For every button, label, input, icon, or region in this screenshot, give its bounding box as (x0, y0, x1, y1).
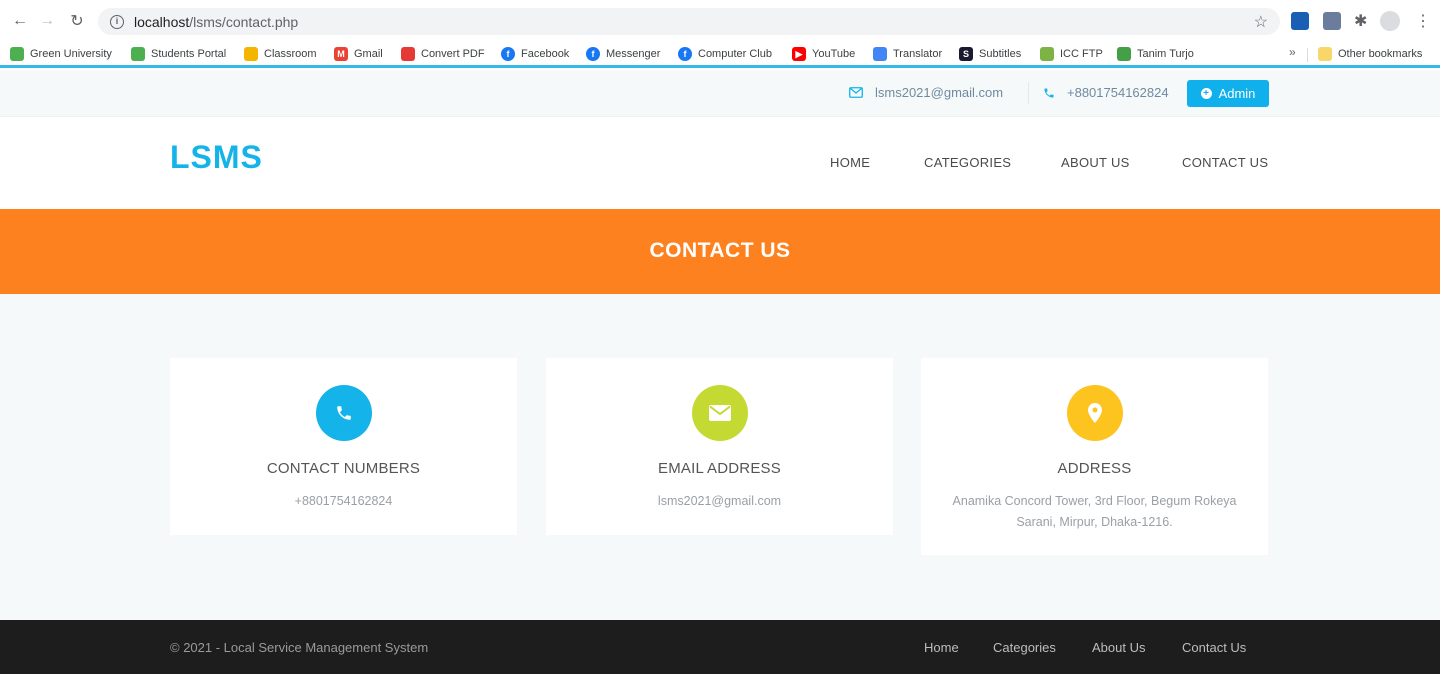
url-text[interactable]: localhost/lsms/contact.php (134, 14, 298, 30)
envelope-icon (691, 385, 748, 441)
bookmark-item[interactable]: ▶ YouTube (792, 45, 855, 63)
bookmark-item[interactable]: Classroom (244, 45, 317, 63)
bookmark-label: Facebook (521, 48, 570, 60)
envelope-icon (849, 87, 863, 98)
forward-arrow-icon[interactable]: → (38, 12, 56, 30)
footer-link-categories[interactable]: Categories (993, 640, 1056, 655)
bookmark-favicon-icon: S (959, 47, 973, 61)
nav-contact-us[interactable]: CONTACT US (1182, 155, 1268, 170)
footer-link-about-us[interactable]: About Us (1092, 640, 1145, 655)
bookmark-label: Gmail (354, 48, 383, 60)
bookmark-favicon-icon: M (334, 47, 348, 61)
page-title: CONTACT US (649, 239, 791, 262)
nav-categories[interactable]: CATEGORIES (924, 155, 1011, 170)
puzzle-extensions-icon[interactable]: ✱ (1354, 11, 1372, 30)
bookmark-favicon-icon (401, 47, 415, 61)
bookmark-favicon-icon (10, 47, 24, 61)
footer-link-home[interactable]: Home (924, 640, 959, 655)
bookmark-favicon-icon (244, 47, 258, 61)
reload-icon[interactable]: ↻ (68, 12, 86, 30)
folder-icon (1318, 47, 1332, 61)
bookmarks-divider (1307, 48, 1308, 62)
bookmark-label: Students Portal (151, 48, 227, 60)
bookmark-label: Subtitles (979, 48, 1022, 60)
browser-toolbar: ← → ↻ i localhost/lsms/contact.php ☆ ✱ ⋮ (0, 0, 1440, 41)
bookmark-item[interactable]: M Gmail (334, 45, 383, 63)
phone-icon (1044, 88, 1054, 97)
extension-icon[interactable] (1323, 12, 1341, 30)
footer-copyright: © 2021 - Local Service Management System (170, 640, 429, 655)
site-info-icon[interactable]: i (110, 14, 124, 29)
download-extension-icon[interactable] (1291, 12, 1309, 30)
bookmark-item[interactable]: f Computer Club (678, 45, 772, 63)
contact-numbers-card: CONTACT NUMBERS +8801754162824 (170, 358, 517, 535)
bookmark-item[interactable]: Convert PDF (401, 45, 485, 63)
bookmark-item[interactable]: Translator (873, 45, 942, 63)
card-title: ADDRESS (1057, 460, 1132, 477)
bookmark-label: YouTube (812, 48, 856, 60)
plus-circle-icon: + (1200, 88, 1212, 99)
profile-avatar-icon[interactable] (1380, 11, 1400, 31)
topbar-divider (1028, 82, 1029, 104)
admin-button[interactable]: + Admin (1187, 80, 1269, 107)
location-pin-icon (1066, 385, 1123, 441)
bookmark-label: Green University (30, 48, 112, 60)
address-bar[interactable]: i localhost/lsms/contact.php ☆ (98, 8, 1280, 35)
top-info-bar: lsms2021@gmail.com +8801754162824 + Admi… (0, 70, 1440, 117)
bookmark-item[interactable]: f Messenger (586, 45, 660, 63)
topbar-email[interactable]: lsms2021@gmail.com (849, 85, 1003, 100)
admin-button-label: Admin (1218, 86, 1256, 101)
bookmark-label: Messenger (606, 48, 661, 60)
topbar-phone[interactable]: +8801754162824 (1043, 85, 1169, 100)
bookmark-favicon-icon (873, 47, 887, 61)
bookmark-label: ICC FTP (1060, 48, 1103, 60)
bookmark-item[interactable]: Tanim Turjo (1117, 45, 1194, 63)
bookmark-item[interactable]: S Subtitles (959, 45, 1021, 63)
bookmark-favicon-icon: f (501, 47, 515, 61)
other-bookmarks[interactable]: Other bookmarks (1318, 45, 1422, 63)
bookmark-label: Tanim Turjo (1137, 48, 1194, 60)
back-arrow-icon[interactable]: ← (11, 12, 29, 30)
bookmark-favicon-icon: ▶ (792, 47, 806, 61)
topbar-phone-text: +8801754162824 (1067, 85, 1169, 100)
bookmark-favicon-icon: f (678, 47, 692, 61)
bookmark-item[interactable]: ICC FTP (1040, 45, 1103, 63)
other-bookmarks-label: Other bookmarks (1338, 48, 1423, 60)
nav-home[interactable]: HOME (830, 155, 870, 170)
page-banner: CONTACT US (0, 209, 1440, 294)
card-title: CONTACT NUMBERS (266, 460, 421, 477)
phone-icon (315, 385, 372, 441)
bookmark-item[interactable]: f Facebook (501, 45, 569, 63)
bookmark-favicon-icon: f (586, 47, 600, 61)
card-text: +8801754162824 (294, 494, 393, 508)
bookmark-item[interactable]: Green University (10, 45, 112, 63)
contact-section: CONTACT NUMBERS +8801754162824 EMAIL ADD… (0, 294, 1440, 620)
bookmark-label: Convert PDF (421, 48, 485, 60)
bookmark-favicon-icon (1117, 47, 1131, 61)
card-title: EMAIL ADDRESS (658, 460, 781, 477)
footer-link-contact-us[interactable]: Contact Us (1182, 640, 1246, 655)
bookmark-favicon-icon (1040, 47, 1054, 61)
site-logo[interactable]: LSMS (170, 139, 263, 176)
site-header: LSMS HOME CATEGORIES ABOUT US CONTACT US (0, 117, 1440, 209)
address-card: ADDRESS Anamika Concord Tower, 3rd Floor… (921, 358, 1268, 555)
bookmark-label: Classroom (264, 48, 317, 60)
site-footer: © 2021 - Local Service Management System… (0, 620, 1440, 674)
bookmark-label: Computer Club (698, 48, 772, 60)
bookmarks-bar: Green University Students Portal Classro… (0, 41, 1440, 68)
bookmark-label: Translator (893, 48, 943, 60)
nav-about-us[interactable]: ABOUT US (1061, 155, 1130, 170)
email-address-card: EMAIL ADDRESS lsms2021@gmail.com (546, 358, 893, 535)
more-bookmarks-button[interactable]: » (1289, 45, 1296, 59)
bookmark-item[interactable]: Students Portal (131, 45, 226, 63)
browser-menu-icon[interactable]: ⋮ (1415, 11, 1433, 30)
topbar-email-text: lsms2021@gmail.com (875, 85, 1004, 100)
card-text: Anamika Concord Tower, 3rd Floor, Begum … (952, 494, 1237, 529)
bookmark-favicon-icon (131, 47, 145, 61)
bookmark-star-icon[interactable]: ☆ (1254, 12, 1268, 32)
card-text: lsms2021@gmail.com (657, 494, 782, 508)
